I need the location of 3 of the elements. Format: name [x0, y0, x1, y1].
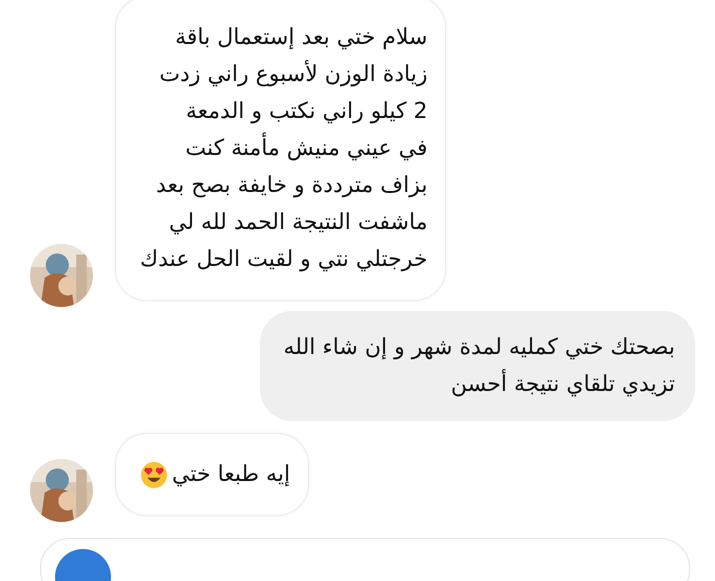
message-text: بصحتك ختي كمليه لمدة شهر و إن شاء الله تزيدي تلقاي نتيجة أحسن: [284, 334, 675, 399]
message-text: إيه طبعا ختي: [172, 461, 290, 489]
message-text: سلام ختي بعد إستعمال باقة زيادة الوزن لأسبوع راني زدت 2 كيلو راني نكتب و الدمعة في عيني منيش مأمنة كنت بزاف مترددة و خايفة بصح بعد ماشفت النتيجة الحمد لله لي خرجتلي نتي و لقيت الحل عندك: [140, 24, 428, 274]
